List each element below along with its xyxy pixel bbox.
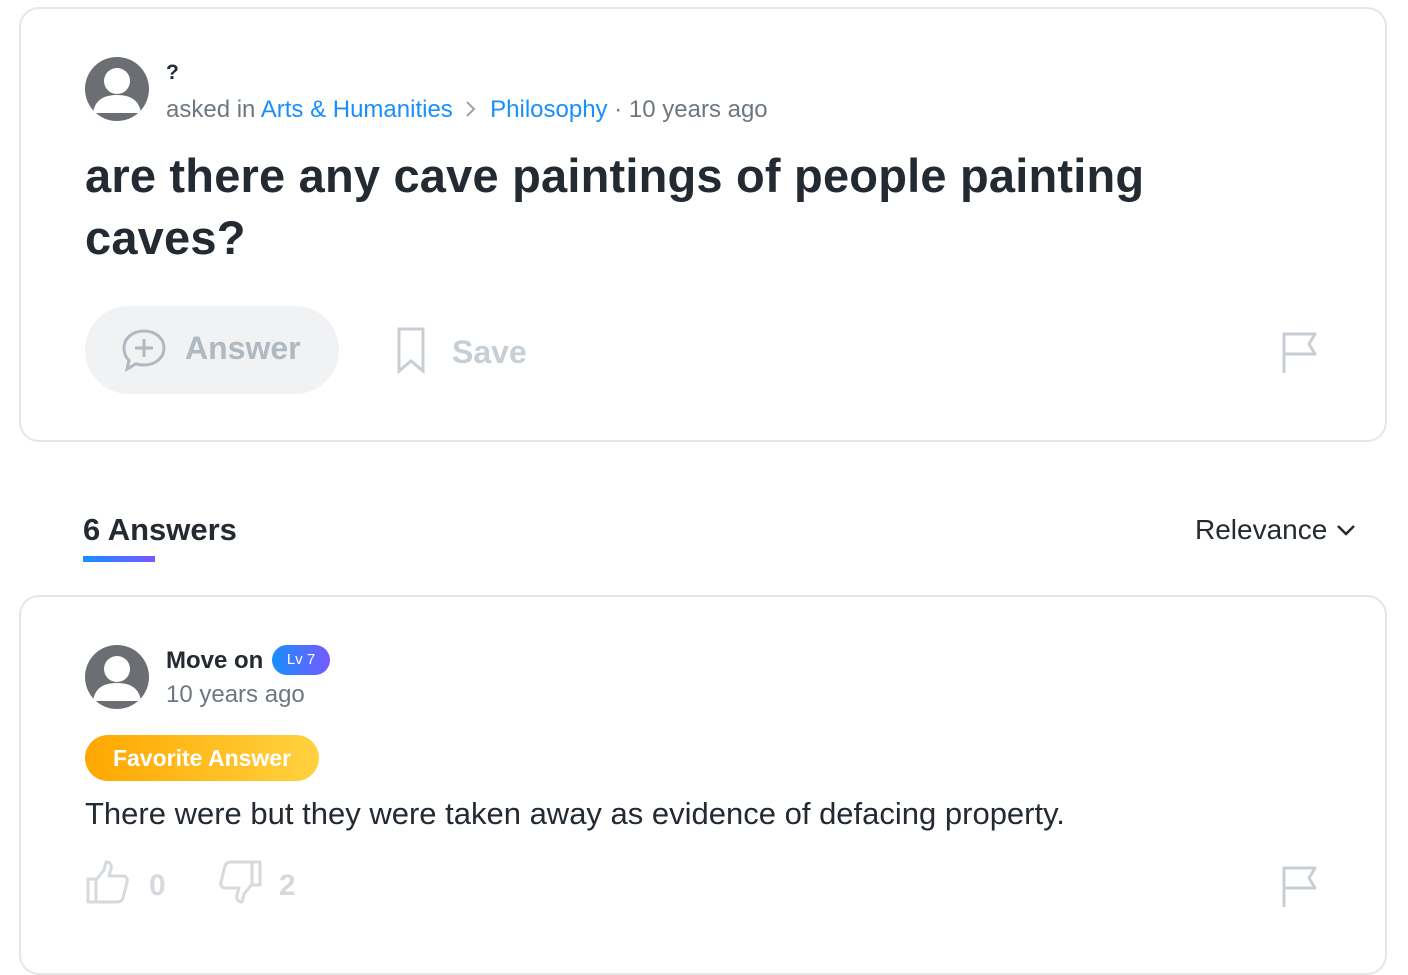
asked-in-label: asked in — [166, 96, 256, 123]
question-title: are there any cave paintings of people p… — [85, 149, 1145, 264]
thumbs-down-icon[interactable] — [217, 859, 263, 910]
asker-avatar-icon[interactable] — [85, 57, 149, 121]
question-meta: asked in Arts & Humanities Philosophy · … — [166, 96, 768, 125]
question-card: ? asked in Arts & Humanities Philosophy … — [19, 7, 1387, 442]
level-badge: Lv 7 — [272, 645, 330, 675]
thumbs-up-icon[interactable] — [85, 859, 131, 910]
chevron-right-icon — [465, 97, 477, 125]
save-button[interactable]: Save — [395, 327, 535, 375]
thumbs-down-count: 2 — [279, 869, 296, 902]
answer-card: Move on Lv 7 10 years ago Favorite Answe… — [19, 595, 1387, 975]
answers-count-heading: 6 Answers — [83, 512, 237, 547]
question-time: · 10 years ago — [614, 96, 768, 123]
answer-time: 10 years ago — [166, 681, 305, 708]
favorite-answer-badge: Favorite Answer — [85, 735, 319, 781]
subcategory-link[interactable]: Philosophy — [490, 96, 607, 123]
answer-button-label: Answer — [185, 330, 301, 366]
answerer-name[interactable]: Move on — [166, 647, 263, 675]
answer-text: There were but they were taken away as e… — [85, 796, 1065, 831]
save-button-label: Save — [452, 334, 527, 370]
sort-dropdown[interactable]: Relevance — [1195, 514, 1365, 550]
bookmark-icon — [395, 327, 427, 380]
asker-name[interactable]: ? — [166, 61, 179, 85]
answer-plus-icon — [121, 328, 167, 377]
answerer-avatar-icon[interactable] — [85, 645, 149, 709]
report-question-flag-icon[interactable] — [1281, 331, 1321, 380]
category-link[interactable]: Arts & Humanities — [261, 96, 453, 123]
report-answer-flag-icon[interactable] — [1281, 865, 1321, 914]
sort-dropdown-label: Relevance — [1195, 514, 1328, 545]
thumbs-up-count: 0 — [149, 869, 166, 902]
answer-button[interactable]: Answer — [85, 306, 339, 394]
chevron-down-icon — [1335, 523, 1357, 542]
answers-tab-indicator — [83, 556, 155, 562]
